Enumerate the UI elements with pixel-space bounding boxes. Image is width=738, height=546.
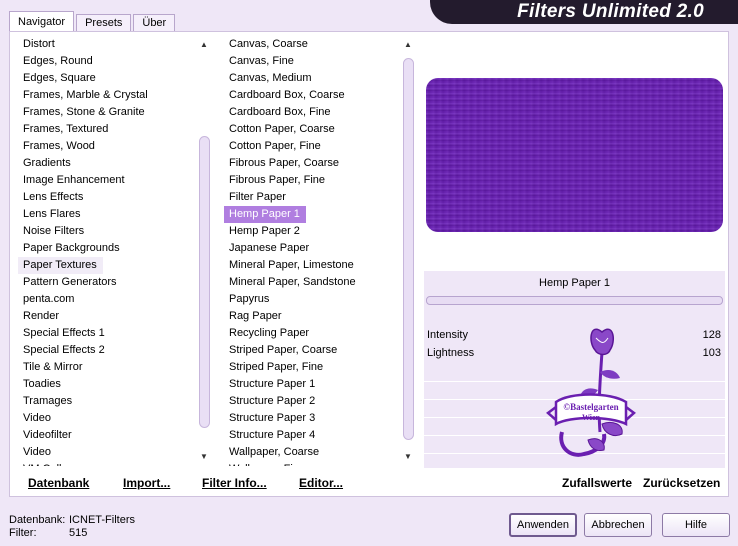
- scroll-thumb[interactable]: [403, 58, 414, 440]
- scroll-up-arrow-icon[interactable]: ▲: [197, 38, 211, 52]
- list-item[interactable]: Distort: [18, 36, 208, 53]
- list-item[interactable]: Gradients: [18, 155, 208, 172]
- list-item[interactable]: Striped Paper, Fine: [224, 359, 404, 376]
- list-item[interactable]: Structure Paper 4: [224, 427, 404, 444]
- list-item[interactable]: Cotton Paper, Fine: [224, 138, 404, 155]
- list-item[interactable]: Filter Paper: [224, 189, 404, 206]
- filter-info-button[interactable]: Filter Info...: [202, 476, 267, 490]
- selected-filter-name: Hemp Paper 1: [539, 277, 610, 289]
- list-item[interactable]: Videofilter: [18, 427, 208, 444]
- title-banner: Filters Unlimited 2.0: [430, 0, 738, 24]
- list-item[interactable]: Pattern Generators: [18, 274, 208, 291]
- list-item[interactable]: Structure Paper 1: [224, 376, 404, 393]
- param-value: 128: [702, 329, 721, 341]
- list-item[interactable]: Video: [18, 410, 208, 427]
- list-item[interactable]: Cotton Paper, Coarse: [224, 121, 404, 138]
- cancel-button[interactable]: Abbrechen: [584, 513, 652, 537]
- list-item[interactable]: Noise Filters: [18, 223, 208, 240]
- param-label: Lightness: [427, 347, 475, 359]
- list-item[interactable]: VM Colle...: [18, 461, 208, 466]
- list-item[interactable]: Canvas, Medium: [224, 70, 404, 87]
- list-item[interactable]: Structure Paper 3: [224, 410, 404, 427]
- scroll-down-arrow-icon[interactable]: ▼: [197, 450, 211, 464]
- list-item[interactable]: Cardboard Box, Fine: [224, 104, 404, 121]
- watermark-text-1: ©Bastelgarten: [563, 402, 618, 412]
- editor-label: Editor...: [299, 476, 344, 490]
- list-item[interactable]: Special Effects 2: [18, 342, 208, 359]
- list-item[interactable]: Recycling Paper: [224, 325, 404, 342]
- list-item[interactable]: Structure Paper 2: [224, 393, 404, 410]
- list-item[interactable]: Wallpaper, Fine: [224, 461, 404, 466]
- param-label: Intensity: [427, 329, 468, 341]
- list-item[interactable]: Frames, Stone & Granite: [18, 104, 208, 121]
- list-item[interactable]: Mineral Paper, Sandstone: [224, 274, 404, 291]
- list-item[interactable]: Fibrous Paper, Fine: [224, 172, 404, 189]
- status-filter-label: Filter:: [9, 527, 37, 539]
- list-item[interactable]: Tile & Mirror: [18, 359, 208, 376]
- list-item[interactable]: penta.com: [18, 291, 208, 308]
- scroll-thumb[interactable]: [199, 136, 210, 428]
- list-item[interactable]: Japanese Paper: [224, 240, 404, 257]
- list-item[interactable]: Paper Backgrounds: [18, 240, 208, 257]
- list-item[interactable]: Mineral Paper, Limestone: [224, 257, 404, 274]
- list-item[interactable]: Frames, Textured: [18, 121, 208, 138]
- apply-button[interactable]: Anwenden: [509, 513, 577, 537]
- list-item[interactable]: Cardboard Box, Coarse: [224, 87, 404, 104]
- watermark-flower-icon: ©Bastelgarten Wien: [546, 328, 636, 457]
- list-item[interactable]: Wallpaper, Coarse: [224, 444, 404, 461]
- scroll-down-arrow-icon[interactable]: ▼: [401, 450, 415, 464]
- list-item[interactable]: Lens Flares: [18, 206, 208, 223]
- category-list[interactable]: Distort Edges, Round Edges, Square Frames, …: [18, 36, 208, 466]
- app-title: Filters Unlimited 2.0: [517, 1, 704, 22]
- list-item[interactable]: Striped Paper, Coarse: [224, 342, 404, 359]
- help-button[interactable]: Hilfe: [662, 513, 730, 537]
- link-bar: Datenbank Import... Filter Info... Edito…: [10, 476, 728, 498]
- tab-bar: Navigator Presets Über: [9, 11, 177, 32]
- status-db-value: ICNET-Filters: [69, 514, 135, 526]
- reset-button[interactable]: Zurücksetzen: [643, 476, 720, 490]
- datenbank-button[interactable]: Datenbank: [28, 476, 89, 490]
- list-item[interactable]: Hemp Paper 1: [224, 206, 306, 223]
- list-item[interactable]: Hemp Paper 2: [224, 223, 404, 240]
- category-scrollbar[interactable]: ▲ ▼: [197, 36, 211, 466]
- list-item[interactable]: Papyrus: [224, 291, 404, 308]
- datenbank-label: Datenbank: [28, 476, 90, 490]
- editor-button[interactable]: Editor...: [299, 476, 343, 490]
- list-item[interactable]: Video: [18, 444, 208, 461]
- list-item[interactable]: Render: [18, 308, 208, 325]
- list-item[interactable]: Image Enhancement: [18, 172, 208, 189]
- import-button[interactable]: Import...: [123, 476, 170, 490]
- tab-navigator[interactable]: Navigator: [9, 11, 75, 32]
- filter-name-bar: [426, 296, 723, 305]
- list-item[interactable]: Edges, Square: [18, 70, 208, 87]
- filter-list[interactable]: Canvas, Coarse Canvas, Fine Canvas, Medium…: [224, 36, 404, 466]
- tab-uber[interactable]: Über: [133, 14, 176, 32]
- list-item[interactable]: Fibrous Paper, Coarse: [224, 155, 404, 172]
- list-item[interactable]: Canvas, Coarse: [224, 36, 404, 53]
- list-item[interactable]: Paper Textures: [18, 257, 103, 274]
- import-label: Import...: [123, 476, 171, 490]
- randomize-button[interactable]: Zufallswerte: [562, 476, 632, 490]
- list-item[interactable]: Frames, Marble & Crystal: [18, 87, 208, 104]
- watermark-text-2: Wien: [582, 413, 601, 422]
- navigator-panel: Distort Edges, Round Edges, Square Frames, …: [9, 31, 729, 497]
- filter-info-label: Filter Info...: [202, 476, 267, 490]
- list-item[interactable]: Toadies: [18, 376, 208, 393]
- list-item[interactable]: Special Effects 1: [18, 325, 208, 342]
- tab-presets[interactable]: Presets: [76, 14, 132, 32]
- param-value: 103: [702, 347, 721, 359]
- filter-scrollbar[interactable]: ▲ ▼: [401, 36, 415, 466]
- list-item[interactable]: Lens Effects: [18, 189, 208, 206]
- list-item[interactable]: Canvas, Fine: [224, 53, 404, 70]
- list-item[interactable]: Tramages: [18, 393, 208, 410]
- status-area: Datenbank: ICNET-Filters Filter: 515: [9, 514, 135, 540]
- filter-preview: [426, 78, 723, 232]
- list-item[interactable]: Edges, Round: [18, 53, 208, 70]
- status-db-label: Datenbank:: [9, 514, 66, 526]
- list-item[interactable]: Frames, Wood: [18, 138, 208, 155]
- scroll-up-arrow-icon[interactable]: ▲: [401, 38, 415, 52]
- list-item[interactable]: Rag Paper: [224, 308, 404, 325]
- status-filter-value: 515: [69, 527, 88, 539]
